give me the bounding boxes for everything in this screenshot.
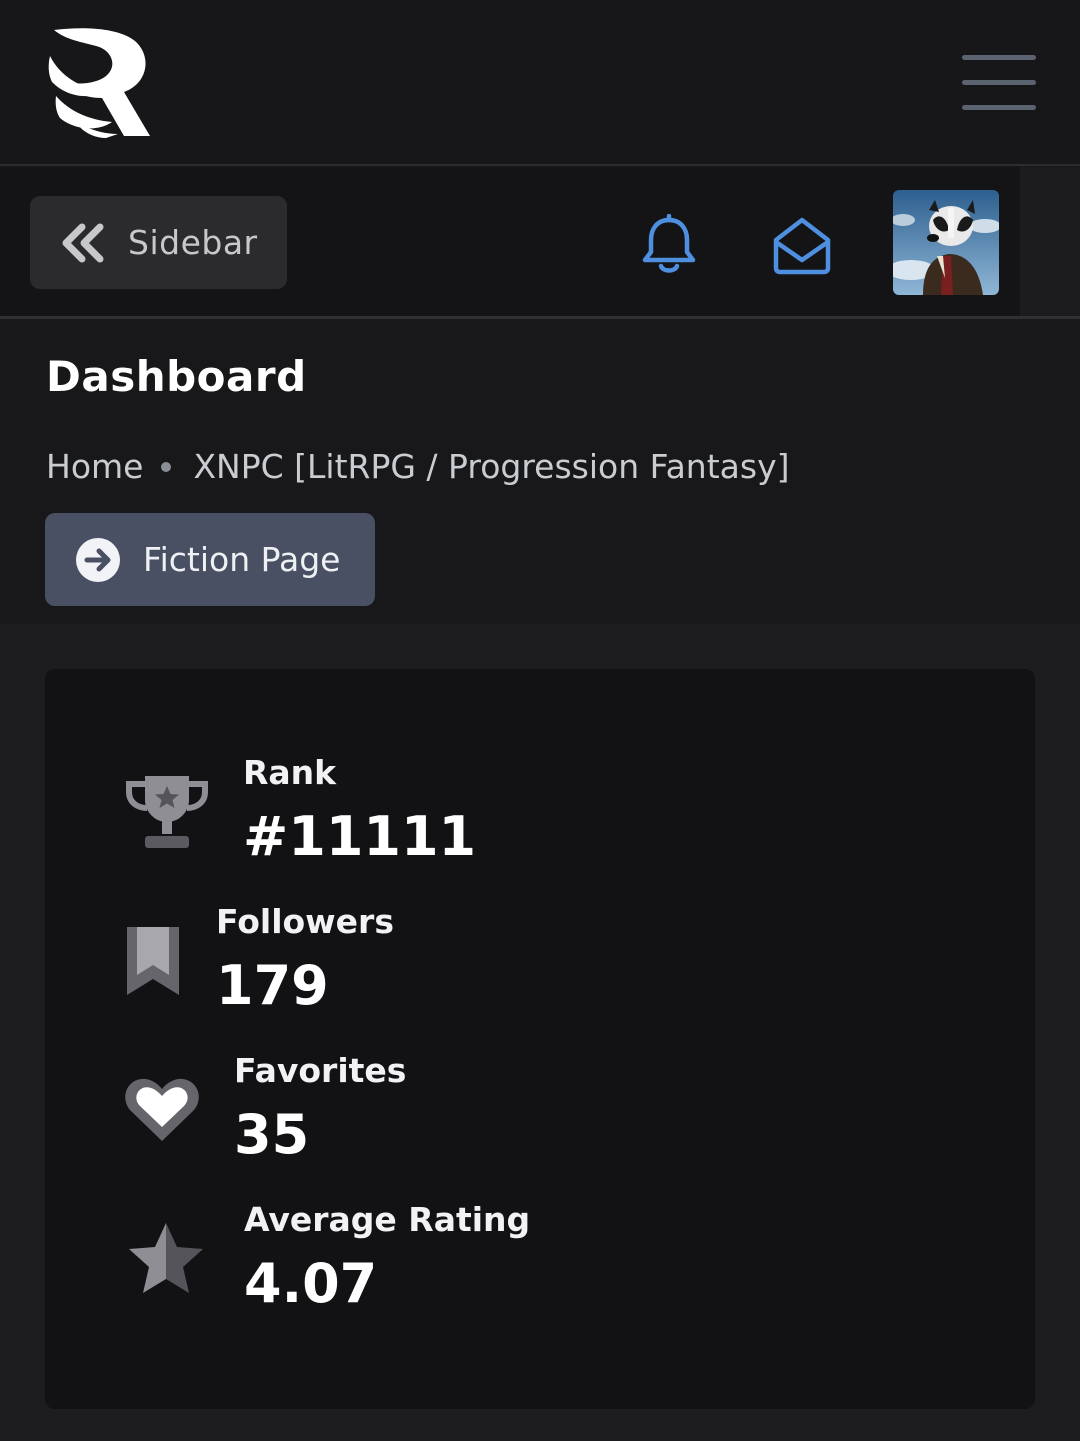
stat-label: Followers <box>216 902 394 941</box>
toolbar-edge <box>1020 167 1080 317</box>
stat-value: 4.07 <box>244 1252 378 1315</box>
page-title: Dashboard <box>46 352 307 401</box>
half-star-icon <box>129 1223 203 1293</box>
trophy-icon <box>126 776 208 848</box>
double-chevron-left-icon <box>62 223 104 262</box>
bell-icon[interactable] <box>640 214 698 276</box>
hamburger-icon-line <box>962 55 1036 60</box>
fiction-page-label: Fiction Page <box>143 540 341 579</box>
breadcrumb-home[interactable]: Home <box>46 447 143 486</box>
stats-card: Rank #11111 Followers 179 Favorites 35 A… <box>45 669 1035 1409</box>
envelope-open-icon[interactable] <box>770 214 834 276</box>
hamburger-icon-line <box>962 105 1036 110</box>
sidebar-label: Sidebar <box>128 223 258 262</box>
hamburger-icon-line <box>962 80 1036 85</box>
avatar-image <box>893 190 999 295</box>
stat-label: Average Rating <box>244 1200 531 1239</box>
royal-road-logo[interactable] <box>46 26 154 138</box>
divider <box>0 316 1080 319</box>
stat-value: 179 <box>216 954 329 1017</box>
menu-button[interactable] <box>962 55 1036 113</box>
breadcrumb: Home XNPC [LitRPG / Progression Fantasy] <box>46 447 789 486</box>
sidebar-toggle-button[interactable]: Sidebar <box>30 196 287 289</box>
fiction-page-button[interactable]: Fiction Page <box>45 513 375 606</box>
top-navbar <box>0 0 1080 166</box>
arrow-right-circle-icon <box>76 537 120 582</box>
breadcrumb-separator <box>161 461 172 472</box>
bookmark-icon <box>127 927 179 995</box>
heart-icon <box>125 1078 199 1141</box>
stat-label: Favorites <box>234 1051 407 1090</box>
stat-value: 35 <box>234 1103 310 1166</box>
stat-value: #11111 <box>243 805 477 868</box>
breadcrumb-current: XNPC [LitRPG / Progression Fantasy] <box>193 447 790 486</box>
stat-label: Rank <box>243 753 337 792</box>
user-avatar[interactable] <box>893 190 999 295</box>
